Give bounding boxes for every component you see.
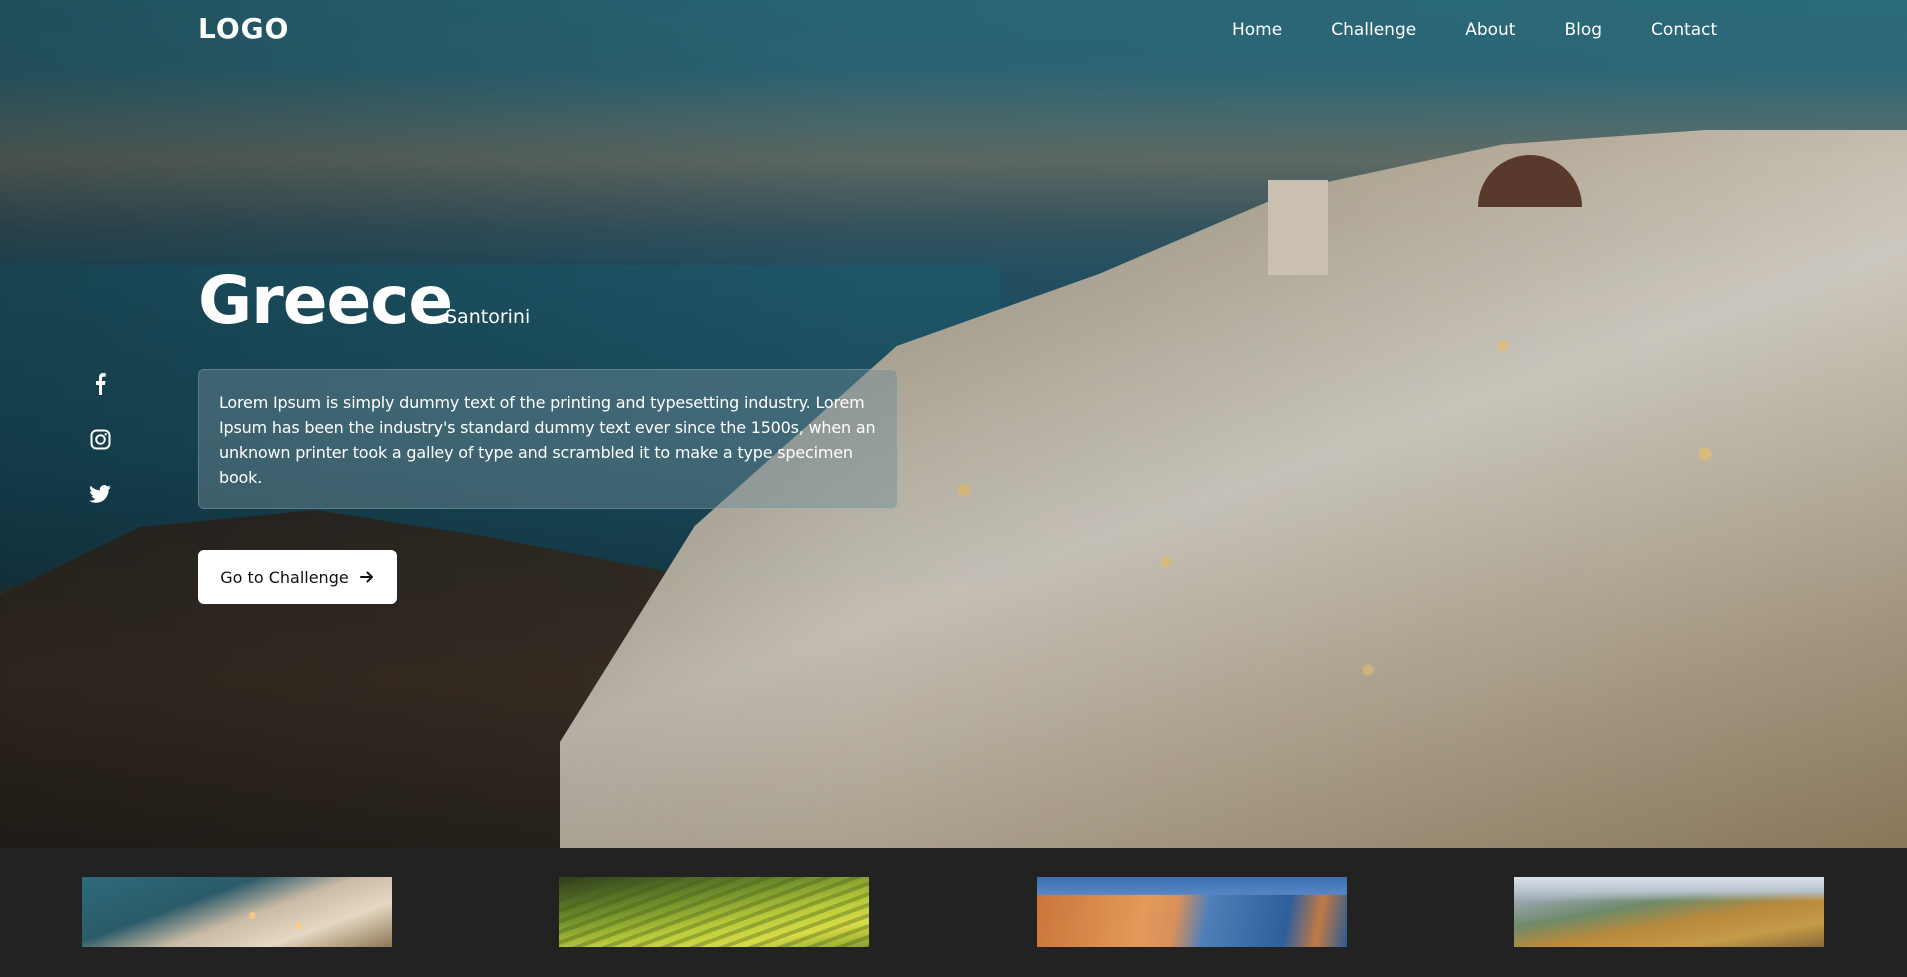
cta-label: Go to Challenge xyxy=(220,567,349,587)
nav-home[interactable]: Home xyxy=(1232,20,1282,40)
main-nav: Home Challenge About Blog Contact xyxy=(1232,20,1717,40)
page-subtitle: Santorini xyxy=(445,306,531,328)
logo[interactable]: LOGO xyxy=(198,12,289,45)
facebook-icon[interactable] xyxy=(88,372,112,396)
nav-about[interactable]: About xyxy=(1465,20,1515,40)
thumbnail-strip xyxy=(0,848,1907,977)
nav-contact[interactable]: Contact xyxy=(1651,20,1717,40)
social-links xyxy=(88,372,112,537)
thumbnail-santorini[interactable] xyxy=(82,877,392,947)
arrow-right-icon xyxy=(359,569,375,585)
thumbnail-mountain-lake[interactable] xyxy=(1514,877,1824,947)
description-text: Lorem Ipsum is simply dummy text of the … xyxy=(219,393,876,487)
page-title: Greece xyxy=(198,262,453,339)
go-to-challenge-button[interactable]: Go to Challenge xyxy=(198,550,397,604)
thumbnail-rice-terraces[interactable] xyxy=(559,877,869,947)
twitter-icon[interactable] xyxy=(88,482,112,506)
nav-blog[interactable]: Blog xyxy=(1564,20,1602,40)
thumbnail-coastal-cliffs[interactable] xyxy=(1037,877,1347,947)
nav-challenge[interactable]: Challenge xyxy=(1331,20,1416,40)
description-box: Lorem Ipsum is simply dummy text of the … xyxy=(198,369,898,509)
instagram-icon[interactable] xyxy=(88,427,112,451)
